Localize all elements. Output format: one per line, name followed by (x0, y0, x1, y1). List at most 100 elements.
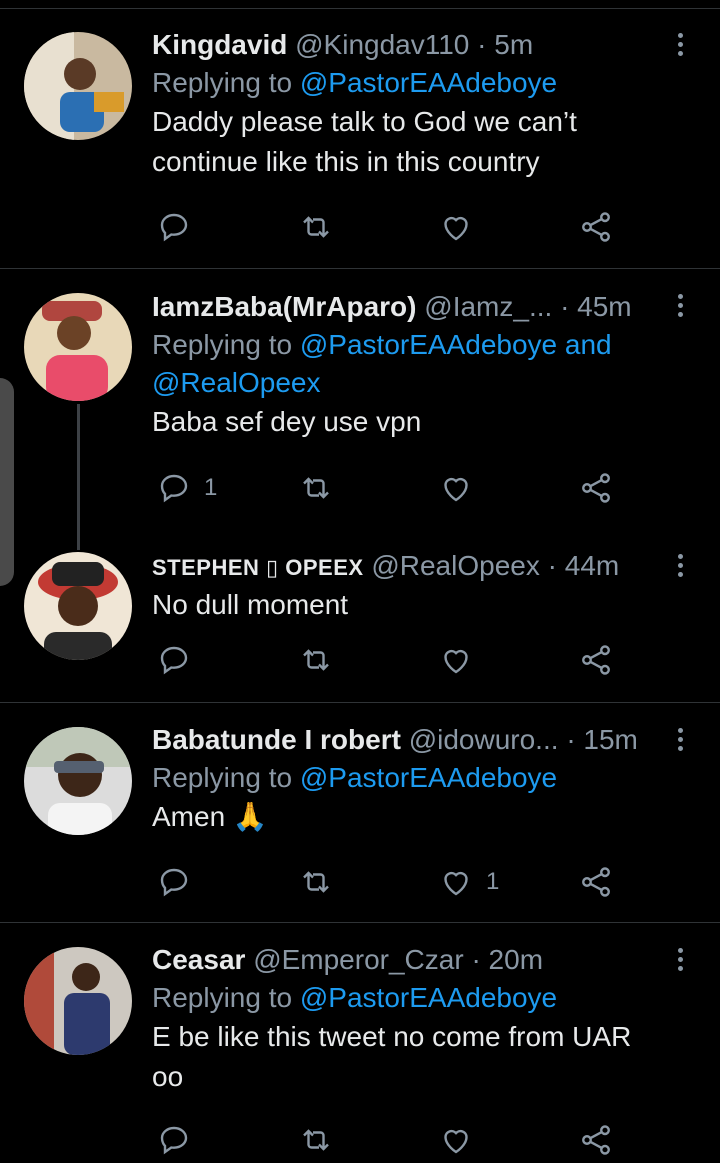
more-vertical-icon[interactable] (668, 551, 692, 581)
tweet-text: Daddy please talk to God we can’t contin… (152, 106, 577, 177)
timestamp[interactable]: · 45m (560, 291, 632, 322)
tweet-header: IamzBaba(MrAparo) @Iamz_... · 45m (152, 290, 664, 324)
share-icon (582, 645, 610, 675)
like-button[interactable] (438, 470, 486, 506)
user-handle[interactable]: @Iamz_... (424, 291, 552, 322)
mention-link[interactable]: @PastorEAAdeboye and (300, 329, 612, 360)
retweet-icon (303, 477, 329, 499)
share-button[interactable] (578, 1122, 614, 1158)
reply-icon (160, 474, 188, 503)
divider (0, 922, 720, 923)
share-icon (582, 1125, 610, 1155)
timestamp[interactable]: · 5m (477, 29, 533, 60)
retweet-button[interactable] (298, 470, 346, 506)
avatar[interactable] (24, 293, 132, 401)
timestamp[interactable]: · 15m (566, 724, 638, 755)
display-name[interactable]: Kingdavid (152, 29, 287, 60)
retweet-icon (303, 649, 329, 671)
heart-icon (444, 1129, 468, 1154)
divider (0, 702, 720, 703)
tweet-text: Baba sef dey use vpn (152, 406, 422, 437)
reply-icon (160, 646, 188, 675)
replying-to: Replying to @PastorEAAdeboye and @RealOp… (152, 326, 664, 402)
retweet-icon (303, 1129, 329, 1151)
reply-icon (160, 213, 188, 242)
mention-link[interactable]: @PastorEAAdeboye (300, 982, 557, 1013)
tweet-header: STEPHEN ▯ OPEEX @RealOpeex · 44m (152, 549, 664, 585)
reply-button[interactable] (156, 209, 204, 245)
share-button[interactable] (578, 209, 614, 245)
avatar[interactable] (24, 947, 132, 1055)
retweet-icon (303, 871, 329, 893)
more-vertical-icon[interactable] (668, 291, 692, 321)
like-button[interactable] (438, 209, 486, 245)
avatar[interactable] (24, 552, 132, 660)
share-button[interactable] (578, 642, 614, 678)
mention-link[interactable]: @RealOpeex (152, 367, 321, 398)
user-handle[interactable]: @idowuro... (409, 724, 559, 755)
display-name[interactable]: Babatunde I robert (152, 724, 401, 755)
timestamp[interactable]: · 20m (471, 944, 543, 975)
share-icon (582, 473, 610, 503)
timestamp[interactable]: · 44m (548, 550, 620, 581)
tweet-text: Amen 🙏 (152, 801, 268, 832)
tweet-actions (152, 642, 632, 682)
retweet-button[interactable] (298, 1122, 346, 1158)
replying-to-label: Replying to (152, 762, 293, 793)
replying-to-label: Replying to (152, 329, 293, 360)
more-vertical-icon[interactable] (668, 725, 692, 755)
reply-icon (160, 868, 188, 897)
heart-icon (444, 477, 468, 502)
tweet-actions: 1 (152, 470, 632, 510)
reply-button[interactable] (156, 1122, 204, 1158)
user-handle[interactable]: @Kingdav110 (295, 29, 469, 60)
avatar[interactable] (24, 32, 132, 140)
tweet-actions (152, 209, 632, 249)
retweet-button[interactable] (298, 864, 346, 900)
divider (0, 268, 720, 269)
replying-to-label: Replying to (152, 982, 293, 1013)
reply-button[interactable] (156, 642, 204, 678)
like-count: 1 (486, 868, 500, 895)
tweet-actions: 1 (152, 864, 632, 904)
replying-to-label: Replying to (152, 67, 293, 98)
thread-line (77, 404, 80, 550)
replying-to: Replying to @PastorEAAdeboye (152, 979, 664, 1017)
retweet-icon (303, 216, 329, 238)
display-name[interactable]: IamzBaba(MrAparo) (152, 291, 416, 322)
reply-count: 1 (204, 474, 218, 501)
like-button[interactable] (438, 642, 486, 678)
avatar[interactable] (24, 727, 132, 835)
like-button[interactable]: 1 (438, 864, 499, 900)
mention-link[interactable]: @PastorEAAdeboye (300, 762, 557, 793)
display-name[interactable]: STEPHEN ▯ OPEEX (152, 555, 364, 580)
more-vertical-icon[interactable] (668, 945, 692, 975)
edge-panel-handle[interactable] (0, 378, 14, 586)
tweet-text: E be like this tweet no come from UAR oo (152, 1021, 632, 1092)
tweet-header: Ceasar @Emperor_Czar · 20m (152, 943, 664, 977)
share-icon (582, 867, 610, 897)
heart-icon (444, 871, 468, 896)
reply-button[interactable]: 1 (156, 470, 217, 506)
share-icon (582, 212, 610, 242)
retweet-button[interactable] (298, 642, 346, 678)
tweet-actions (152, 1122, 632, 1162)
replying-to: Replying to @PastorEAAdeboye (152, 64, 664, 102)
user-handle[interactable]: @Emperor_Czar (253, 944, 463, 975)
like-button[interactable] (438, 1122, 486, 1158)
more-vertical-icon[interactable] (668, 30, 692, 60)
tweet-text: No dull moment (152, 589, 349, 620)
mention-link[interactable]: @PastorEAAdeboye (300, 67, 557, 98)
heart-icon (444, 649, 468, 674)
retweet-button[interactable] (298, 209, 346, 245)
display-name[interactable]: Ceasar (152, 944, 245, 975)
share-button[interactable] (578, 864, 614, 900)
user-handle[interactable]: @RealOpeex (371, 550, 540, 581)
top-divider (0, 8, 720, 9)
share-button[interactable] (578, 470, 614, 506)
heart-icon (444, 216, 468, 241)
tweet-header: Kingdavid @Kingdav110 · 5m (152, 28, 664, 62)
reply-icon (160, 1126, 188, 1155)
reply-button[interactable] (156, 864, 204, 900)
tweet-header: Babatunde I robert @idowuro... · 15m (152, 723, 664, 757)
